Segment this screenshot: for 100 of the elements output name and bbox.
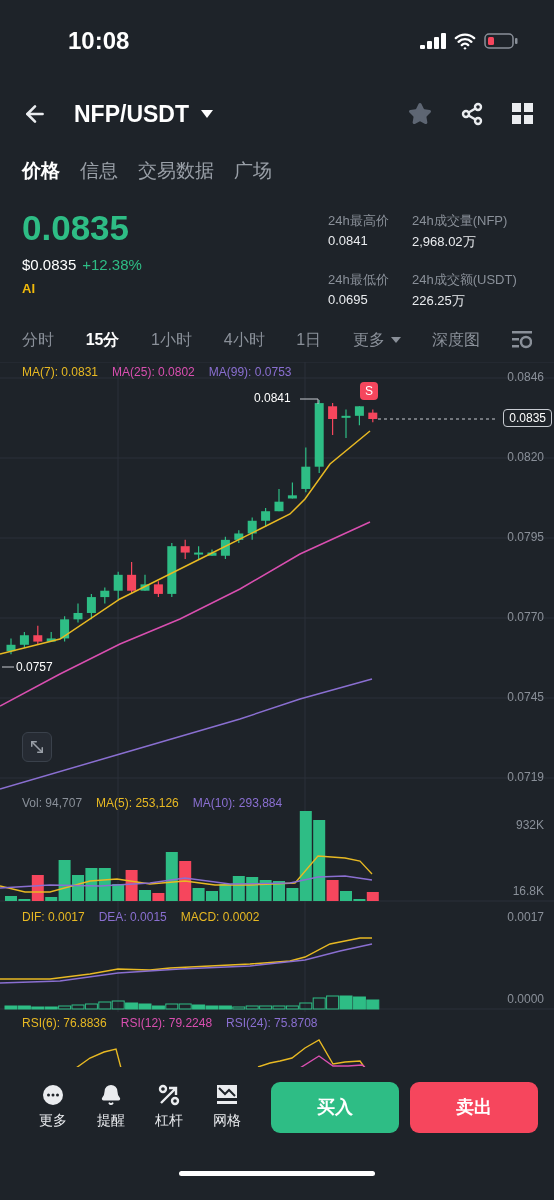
last-price: 0.0835 [22, 208, 131, 248]
candle [194, 545, 204, 560]
candle [354, 405, 364, 426]
candle [46, 631, 56, 643]
indicator-legend: RSI(24): 75.8708 [226, 1016, 318, 1030]
stat-label: 24h成交额(USDT) [412, 271, 518, 289]
ai-link[interactable]: AI [22, 281, 35, 296]
tab[interactable]: 广场 [234, 158, 272, 184]
toolbar-action[interactable]: 网格 [198, 1084, 256, 1130]
grid-chart-icon [216, 1084, 238, 1106]
indicator-legend: DIF: 0.0017 [22, 910, 85, 924]
indicator-legend: MACD: 0.0002 [180, 910, 260, 924]
candle [368, 408, 378, 423]
caret-icon [390, 337, 401, 343]
grid-icon[interactable] [512, 103, 534, 125]
usd-price: $0.0835 [22, 256, 77, 273]
indicator-legend: DEA: 0.0015 [98, 910, 167, 924]
candle [247, 517, 257, 541]
stat-label: 24h最高价 [328, 212, 390, 230]
leader-line [1, 666, 15, 668]
macd-bar [352, 996, 366, 1010]
macd-axis-label: 0.0000 [507, 992, 544, 1006]
battery-icon [484, 33, 518, 49]
price-axis-label: 0.0770 [507, 610, 544, 624]
low-price-label: 0.0757 [16, 660, 53, 674]
candle [6, 637, 16, 655]
pair-title[interactable]: NFP/USDT [74, 100, 189, 128]
interval-tab[interactable]: 4小时 [223, 329, 265, 351]
tab[interactable]: 信息 [80, 158, 118, 184]
price-axis-label: 0.0745 [507, 690, 544, 704]
price-axis-label: 0.0719 [507, 770, 544, 784]
interval-tab[interactable]: 更多 [352, 329, 401, 351]
interval-tab[interactable]: 15分 [85, 329, 120, 351]
candle [207, 548, 217, 557]
clock: 10:08 [68, 27, 130, 55]
high-price-label: 0.0841 [254, 391, 291, 405]
stat-value: 0.0841 [328, 233, 369, 248]
toolbar-action[interactable]: 更多 [24, 1084, 82, 1130]
candle [60, 615, 70, 643]
toolbar-action[interactable]: 提醒 [82, 1084, 140, 1130]
candle [261, 507, 271, 528]
indicator-legend: MA(7): 0.0831 [22, 365, 99, 379]
stat-value: 2,968.02万 [412, 233, 477, 251]
indicator-legend: RSI(6): 76.8836 [22, 1016, 107, 1030]
stat-value: 226.25万 [412, 292, 466, 310]
toolbar-action[interactable]: 杠杆 [140, 1084, 198, 1130]
macd-bar [98, 1001, 112, 1010]
leader-line [299, 398, 319, 405]
indicator-legend: Vol: 94,707 [22, 796, 83, 810]
sell-signal-badge: S [360, 382, 378, 400]
indicator-legend: RSI(12): 79.2248 [120, 1016, 213, 1030]
interval-tab[interactable]: 分时 [22, 329, 54, 351]
indicator-legend: MA(25): 0.0802 [112, 365, 195, 379]
share-icon[interactable] [460, 102, 484, 126]
chart-settings-icon[interactable] [512, 331, 532, 349]
signal-icon [420, 33, 446, 49]
interval-tab[interactable]: 1小时 [151, 329, 192, 351]
rsi12-line [299, 1055, 366, 1067]
last-price-tag: 0.0835 [503, 409, 552, 427]
macd-bar [339, 995, 353, 1010]
expand-icon [28, 738, 46, 756]
macd-axis-label: 0.0017 [507, 910, 544, 924]
candle [180, 539, 190, 560]
candle [301, 447, 311, 493]
star-icon[interactable] [408, 102, 432, 126]
price-axis-label: 0.0846 [507, 370, 544, 384]
expand-button[interactable] [22, 732, 52, 762]
macd-bar [111, 1000, 125, 1010]
volume-axis-label: 932K [515, 818, 544, 832]
wifi-icon [454, 30, 476, 52]
interval-tab[interactable]: 深度图 [432, 329, 481, 351]
stat-value: 0.0695 [328, 292, 369, 307]
rsi6-line [75, 1048, 122, 1067]
price-change: +12.38% [82, 256, 142, 273]
candle [287, 482, 297, 500]
indicator-legend: MA(10): 293,884 [192, 796, 283, 810]
tab[interactable]: 价格 [22, 158, 60, 184]
leverage-icon [158, 1084, 180, 1106]
interval-tab[interactable]: 1日 [296, 329, 322, 351]
more-icon [42, 1084, 64, 1106]
bell-icon [100, 1084, 122, 1106]
stat-label: 24h最低价 [328, 271, 390, 289]
candle [220, 536, 230, 560]
candle [19, 631, 29, 649]
candle [100, 586, 110, 605]
volume-bar [85, 868, 98, 901]
macd-bar [326, 995, 340, 1010]
candle [73, 602, 83, 624]
volume-axis-label: 16.8K [512, 884, 544, 898]
candle [234, 529, 244, 544]
stat-label: 24h成交量(NFP) [412, 212, 509, 230]
candle [33, 625, 43, 646]
caret-icon[interactable] [201, 110, 213, 118]
tab[interactable]: 交易数据 [138, 158, 214, 184]
candle [113, 571, 123, 601]
macd-bar [366, 999, 380, 1010]
candle [86, 593, 96, 620]
candle [274, 488, 284, 512]
price-axis-label: 0.0820 [507, 450, 544, 464]
sell-button[interactable]: 卖出 [410, 1081, 538, 1133]
